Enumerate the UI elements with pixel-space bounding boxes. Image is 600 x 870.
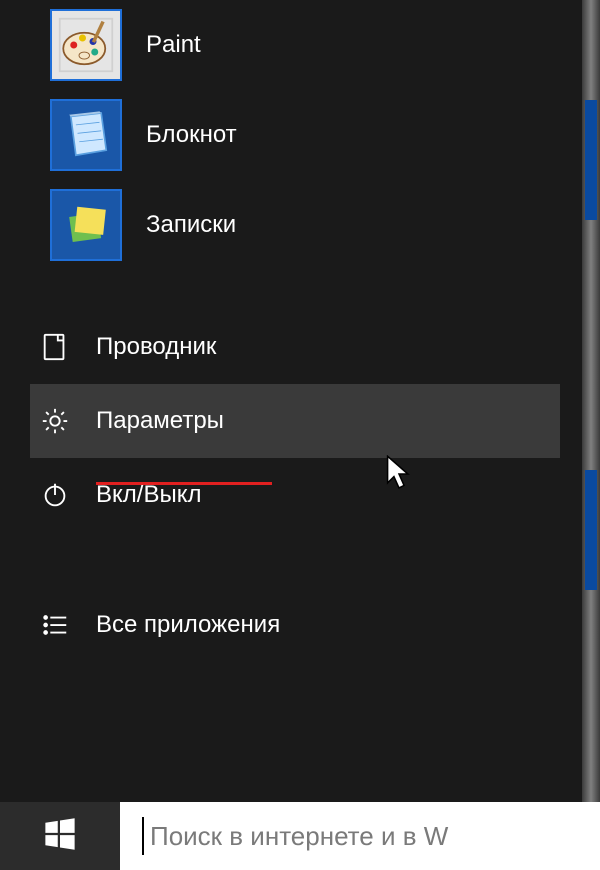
settings-item[interactable]: Параметры	[30, 384, 560, 458]
search-placeholder-text: Поиск в интернете и в W	[150, 821, 448, 852]
annotation-underline	[96, 482, 272, 485]
notepad-icon	[50, 99, 122, 171]
taskbar: Поиск в интернете и в W	[0, 802, 600, 870]
power-item[interactable]: Вкл/Выкл	[30, 458, 560, 532]
tiles-column-edge	[582, 0, 600, 802]
file-explorer-icon	[38, 330, 72, 364]
all-apps-label: Все приложения	[96, 611, 280, 639]
paint-icon	[50, 9, 122, 81]
power-icon	[38, 478, 72, 512]
text-caret	[142, 817, 144, 855]
explorer-label: Проводник	[96, 333, 216, 361]
search-input[interactable]: Поиск в интернете и в W	[120, 802, 600, 870]
start-menu-panel: Paint Блокнот Записки	[0, 0, 582, 870]
windows-logo-icon	[42, 816, 78, 857]
sticky-notes-icon	[50, 189, 122, 261]
gear-icon	[38, 404, 72, 438]
recent-apps-list: Paint Блокнот Записки	[50, 0, 550, 270]
system-list: Проводник Параметры Вкл/Выкл	[30, 310, 560, 662]
all-apps-item[interactable]: Все приложения	[30, 588, 560, 662]
app-label: Paint	[146, 31, 201, 59]
app-item-notepad[interactable]: Блокнот	[50, 90, 550, 180]
start-button[interactable]	[0, 802, 120, 870]
power-label: Вкл/Выкл	[96, 481, 201, 509]
spacer	[30, 532, 560, 588]
app-item-paint[interactable]: Paint	[50, 0, 550, 90]
app-item-sticky-notes[interactable]: Записки	[50, 180, 550, 270]
app-label: Блокнот	[146, 121, 237, 149]
all-apps-icon	[38, 608, 72, 642]
explorer-item[interactable]: Проводник	[30, 310, 560, 384]
app-label: Записки	[146, 211, 236, 239]
settings-label: Параметры	[96, 407, 224, 435]
